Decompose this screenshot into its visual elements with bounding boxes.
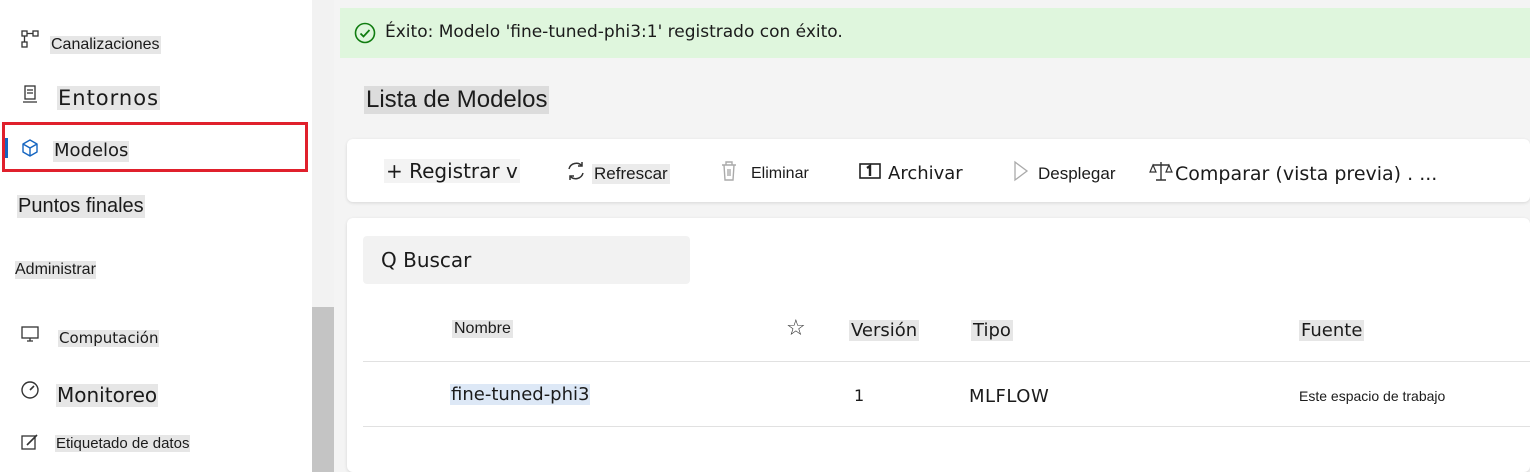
search-input[interactable]: Q Buscar: [363, 236, 690, 284]
sidebar-item-label: Computación: [58, 329, 160, 348]
sidebar-item-entornos[interactable]: Entornos: [0, 80, 312, 116]
cube-icon: [20, 138, 40, 158]
register-button[interactable]: + Registrar v: [384, 139, 520, 202]
refresh-label: Refrescar: [592, 163, 670, 184]
deploy-label: Desplegar: [1036, 163, 1118, 184]
environment-icon: [20, 84, 40, 104]
star-icon[interactable]: ☆: [786, 316, 806, 341]
delete-button[interactable]: Eliminar: [717, 139, 811, 202]
model-name-link[interactable]: fine-tuned-phi3: [450, 384, 591, 405]
refresh-icon: [564, 159, 588, 183]
sidebar-item-label: Modelos: [53, 140, 130, 162]
success-banner: Éxito: Modelo 'fine-tuned-phi3:1' regist…: [340, 8, 1530, 58]
page-title: Lista de Modelos: [364, 86, 550, 114]
archive-label: Archivar: [886, 163, 965, 184]
refresh-button[interactable]: Refrescar: [564, 139, 670, 202]
sidebar: Canalizaciones Entornos Modelos Puntos f…: [0, 0, 312, 472]
sidebar-item-etiquetado-de-datos[interactable]: Etiquetado de datos: [0, 426, 312, 462]
table-header-divider: [363, 361, 1530, 362]
trash-icon: [717, 159, 741, 183]
column-header-source[interactable]: Fuente: [1299, 320, 1365, 341]
search-label: Q Buscar: [381, 248, 472, 272]
sidebar-item-monitoreo[interactable]: Monitoreo: [0, 374, 312, 414]
deploy-button[interactable]: Desplegar: [1008, 139, 1118, 202]
sidebar-item-label: Etiquetado de datos: [55, 435, 191, 453]
column-header-type[interactable]: Tipo: [971, 320, 1013, 341]
sidebar-item-label: Puntos finales: [17, 195, 145, 218]
column-header-version[interactable]: Versión: [849, 320, 920, 341]
sidebar-item-label: Entornos: [57, 86, 161, 111]
delete-label: Eliminar: [749, 164, 811, 183]
model-source: Este espacio de trabajo: [1299, 388, 1446, 404]
archive-icon: [858, 159, 882, 183]
play-icon: [1008, 159, 1032, 183]
sidebar-scrollbar-thumb[interactable]: [312, 307, 334, 472]
computer-icon: [20, 324, 40, 344]
model-type: MLFLOW: [969, 386, 1050, 407]
register-label: + Registrar v: [384, 158, 520, 183]
table-row-divider: [363, 426, 1530, 427]
compare-button[interactable]: Comparar (vista previa) . ...: [1149, 139, 1440, 202]
compare-label: Comparar (vista previa) . ...: [1173, 162, 1440, 185]
sidebar-item-modelos[interactable]: Modelos: [0, 128, 312, 168]
column-header-name[interactable]: Nombre: [452, 320, 513, 338]
pipeline-icon: [20, 29, 40, 49]
scale-icon: [1149, 159, 1173, 183]
edit-icon: [20, 432, 40, 452]
model-version: 1: [854, 386, 865, 405]
sidebar-item-label: Canalizaciones: [50, 36, 161, 55]
toolbar: + Registrar v Refrescar Eliminar Archiva…: [347, 139, 1530, 202]
sidebar-item-puntos-finales[interactable]: Puntos finales: [0, 190, 312, 226]
sidebar-item-label: Monitoreo: [56, 383, 159, 407]
banner-message: Éxito: Modelo 'fine-tuned-phi3:1' regist…: [385, 22, 843, 42]
success-check-icon: [354, 22, 376, 44]
archive-button[interactable]: Archivar: [858, 139, 965, 202]
sidebar-item-computacion[interactable]: Computación: [0, 320, 312, 356]
section-header-administrar: Administrar: [15, 261, 96, 279]
gauge-icon: [20, 380, 40, 400]
sidebar-item-canalizaciones[interactable]: Canalizaciones: [0, 28, 312, 64]
